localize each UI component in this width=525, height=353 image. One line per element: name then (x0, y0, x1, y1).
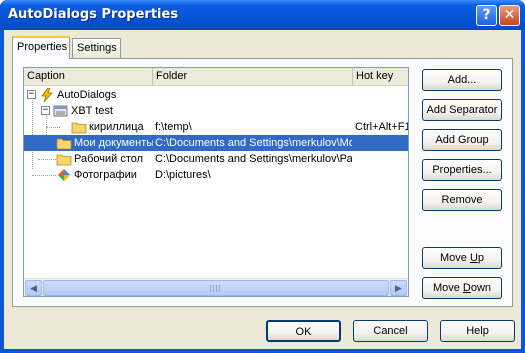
list-rows: − AutoDialogs − XBT test кириллица f:\te… (24, 87, 408, 277)
move-up-label-post: p (477, 252, 485, 264)
move-up-button[interactable]: Move Up (422, 247, 502, 269)
item-caption: XBT test (71, 105, 113, 117)
cancel-button[interactable]: Cancel (353, 320, 428, 342)
move-up-label-pre: Move (439, 252, 470, 264)
tab-properties[interactable]: Properties (12, 36, 70, 59)
dialog-client-area: Properties Settings Caption Folder Hot k… (4, 30, 521, 349)
properties-button[interactable]: Properties... (422, 159, 502, 181)
help-title-button[interactable]: ? (476, 5, 497, 26)
item-folder: C:\Documents and Settings\merkulov\Рабоч… (155, 153, 352, 165)
horizontal-scrollbar[interactable]: ◀ ▶ (24, 278, 408, 296)
tab-settings[interactable]: Settings (72, 38, 121, 58)
help-button[interactable]: Help (440, 320, 515, 342)
move-down-label-post: own (470, 282, 492, 294)
add-group-button[interactable]: Add Group (422, 129, 502, 151)
scroll-left-icon[interactable]: ◀ (25, 280, 42, 296)
folder-icon (56, 152, 72, 166)
item-caption: Фотографии (74, 169, 137, 181)
group-icon (53, 104, 69, 118)
grip-icon (210, 285, 220, 292)
collapse-toggle[interactable]: − (41, 106, 50, 115)
scroll-right-icon[interactable]: ▶ (390, 280, 407, 296)
item-folder: D:\pictures\ (155, 169, 211, 181)
close-button[interactable]: ✕ (499, 5, 520, 26)
folder-icon (71, 120, 87, 134)
add-separator-button[interactable]: Add Separator (422, 99, 502, 121)
move-down-button[interactable]: Move Down (422, 277, 502, 299)
item-caption: Рабочий стол (74, 153, 144, 165)
add-button[interactable]: Add... (422, 69, 502, 91)
item-caption: кириллица (89, 121, 144, 133)
list-item[interactable]: − AutoDialogs (24, 87, 408, 103)
item-folder: C:\Documents and Settings\merkulov\Мои д… (155, 137, 352, 149)
properties-tab-panel: Caption Folder Hot key − AutoDialogs − X… (12, 58, 513, 307)
column-header-caption[interactable]: Caption (24, 68, 153, 86)
list-item[interactable]: Рабочий стол C:\Documents and Settings\m… (24, 151, 408, 167)
lightning-icon (39, 87, 55, 103)
window-title: AutoDialogs Properties (8, 7, 179, 22)
folder-icon (56, 136, 72, 150)
pictures-icon (56, 168, 72, 182)
item-caption: AutoDialogs (57, 89, 117, 101)
list-item-selected[interactable]: Мои документы C:\Documents and Settings\… (24, 135, 408, 151)
list-item[interactable]: кириллица f:\temp\ Ctrl+Alt+F1 (24, 119, 408, 135)
ok-button[interactable]: OK (266, 320, 341, 342)
column-header-folder[interactable]: Folder (153, 68, 353, 86)
item-folder: f:\temp\ (155, 121, 192, 133)
dialog-window: AutoDialogs Properties ? ✕ Properties Se… (0, 0, 525, 353)
column-header-hotkey[interactable]: Hot key (353, 68, 408, 86)
items-tree-list[interactable]: Caption Folder Hot key − AutoDialogs − X… (23, 67, 409, 297)
scrollbar-thumb[interactable] (43, 280, 389, 296)
move-down-mnemonic: D (462, 282, 471, 294)
list-item[interactable]: Фотографии D:\pictures\ (24, 167, 408, 183)
move-down-label-pre: Move (432, 282, 463, 294)
item-hotkey: Ctrl+Alt+F1 (355, 121, 408, 133)
remove-button[interactable]: Remove (422, 189, 502, 211)
list-item[interactable]: − XBT test (24, 103, 408, 119)
title-bar[interactable]: AutoDialogs Properties ? ✕ (0, 0, 525, 30)
list-header: Caption Folder Hot key (24, 68, 408, 86)
move-up-mnemonic: U (469, 252, 478, 264)
collapse-toggle[interactable]: − (27, 90, 36, 99)
item-caption: Мои документы (74, 137, 153, 149)
